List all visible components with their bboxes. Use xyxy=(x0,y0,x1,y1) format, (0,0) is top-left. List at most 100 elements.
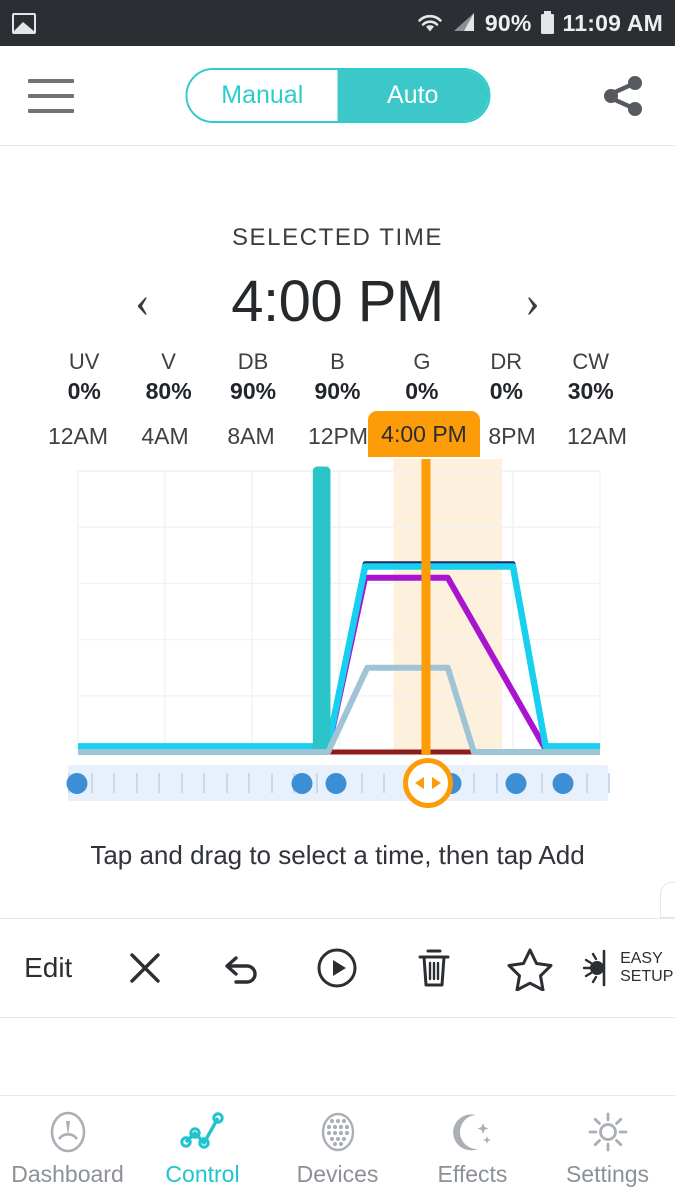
led-array-icon xyxy=(321,1112,354,1151)
battery-icon xyxy=(540,11,554,34)
slider-tick xyxy=(360,773,363,793)
close-button[interactable] xyxy=(96,946,192,990)
nav-label: Settings xyxy=(565,1160,650,1187)
close-icon xyxy=(129,953,160,983)
slider-point[interactable] xyxy=(505,773,527,794)
slider-tick xyxy=(315,773,318,793)
slider-point[interactable] xyxy=(66,773,88,794)
channel-db: DB 90% xyxy=(211,349,295,405)
axis-tick: 8AM xyxy=(227,423,275,449)
axis-tick: 12AM xyxy=(47,423,109,449)
nav-label: Dashboard xyxy=(11,1160,124,1187)
channel-name: G xyxy=(413,349,431,374)
slider-point[interactable] xyxy=(552,773,574,794)
mode-toggle[interactable]: Manual Auto xyxy=(185,68,490,123)
channel-value: 0% xyxy=(67,378,101,404)
channel-name: B xyxy=(330,349,345,374)
bottom-navigation: Dashboard Control Devices Effects Settin… xyxy=(0,1095,675,1200)
nav-item-control[interactable]: Control xyxy=(135,1096,270,1200)
clock: 11:09 AM xyxy=(562,9,663,36)
channel-value: 90% xyxy=(314,378,361,404)
next-time-button[interactable]: › xyxy=(488,279,578,324)
gear-icon xyxy=(588,1112,627,1151)
undo-button[interactable] xyxy=(193,946,289,990)
delete-button[interactable] xyxy=(386,945,482,991)
channel-values: UV 0% V 80% DB 90% B 90% G 0% DR 0% CW 3… xyxy=(0,349,675,405)
slider-tick xyxy=(225,773,228,793)
slider-tick xyxy=(473,773,475,793)
half-sun-icon xyxy=(582,949,606,987)
nav-label: Control xyxy=(165,1160,240,1187)
selected-time-label: SELECTED TIME xyxy=(231,224,444,251)
time-axis: 12AM 4AM 8AM 12PM 8PM 12AM 4:00 PM xyxy=(0,411,675,459)
channel-dr: DR 0% xyxy=(464,349,548,405)
nav-item-settings[interactable]: Settings xyxy=(540,1096,675,1200)
favorite-button[interactable] xyxy=(482,945,578,991)
channel-cw: CW 30% xyxy=(549,349,633,405)
easy-setup-label-line2: SETUP xyxy=(620,968,674,985)
time-slider-track[interactable] xyxy=(66,765,610,801)
share-icon[interactable] xyxy=(599,72,647,120)
action-bar: Edit EASY SETUP xyxy=(0,918,675,1018)
status-bar: 90% 11:09 AM xyxy=(0,0,675,46)
channel-name: DR xyxy=(490,349,523,374)
channel-uv: UV 0% xyxy=(42,349,126,405)
slider-tick xyxy=(383,773,385,793)
slider-tick xyxy=(540,773,543,793)
slider-tick xyxy=(90,773,93,793)
slider-tick xyxy=(203,773,205,793)
mode-auto-button[interactable]: Auto xyxy=(337,70,488,121)
time-slider-handle[interactable] xyxy=(403,758,453,808)
axis-tick: 12AM xyxy=(566,423,628,449)
partial-panel-edge xyxy=(660,882,675,918)
moon-stars-icon xyxy=(452,1113,491,1150)
easy-setup-button[interactable]: EASY SETUP xyxy=(579,947,675,989)
trash-icon xyxy=(418,949,450,987)
battery-percent: 90% xyxy=(484,9,532,36)
selected-time-value: 4:00 PM xyxy=(231,269,444,334)
drag-arrows-icon xyxy=(415,777,441,789)
mode-manual-button[interactable]: Manual xyxy=(187,70,338,121)
channel-name: V xyxy=(161,349,176,374)
axis-tick: 4AM xyxy=(141,423,189,449)
slider-point[interactable] xyxy=(291,773,313,794)
play-button[interactable] xyxy=(289,945,385,991)
chart-svg[interactable] xyxy=(0,459,675,759)
selected-time-marker-badge[interactable]: 4:00 PM xyxy=(368,411,480,457)
axis-tick: 8PM xyxy=(488,423,536,449)
axis-tick: 12PM xyxy=(307,423,369,449)
star-icon xyxy=(507,948,553,991)
slider-tick xyxy=(585,773,588,793)
app-toolbar: Manual Auto xyxy=(0,46,675,146)
channel-v: V 80% xyxy=(126,349,210,405)
gauge-icon xyxy=(50,1111,85,1152)
hamburger-menu-icon[interactable] xyxy=(28,78,74,113)
nav-item-devices[interactable]: Devices xyxy=(270,1096,405,1200)
channel-value: 80% xyxy=(145,378,192,404)
slider-tick xyxy=(135,773,138,793)
easy-setup-label-line1: EASY xyxy=(620,949,663,967)
channel-name: CW xyxy=(572,349,610,374)
schedule-chart[interactable] xyxy=(0,459,675,759)
nav-label: Devices xyxy=(296,1160,379,1187)
time-navigator: ‹ 4:00 PM › xyxy=(0,268,675,335)
slider-tick xyxy=(180,773,183,793)
channel-value: 90% xyxy=(230,378,277,404)
slider-point[interactable] xyxy=(325,773,347,794)
slider-tick xyxy=(608,773,610,793)
nav-label: Effects xyxy=(437,1160,508,1187)
edit-button[interactable]: Edit xyxy=(0,952,96,984)
slider-tick xyxy=(248,773,250,793)
slider-tick xyxy=(495,773,498,793)
channel-value: 0% xyxy=(405,378,439,404)
slider-tick xyxy=(113,773,115,793)
signal-icon xyxy=(453,13,474,31)
nav-item-dashboard[interactable]: Dashboard xyxy=(0,1096,135,1200)
nav-item-effects[interactable]: Effects xyxy=(405,1096,540,1200)
channel-name: DB xyxy=(237,349,269,374)
play-circle-icon xyxy=(317,948,357,988)
prev-time-button[interactable]: ‹ xyxy=(98,279,188,324)
channel-g: G 0% xyxy=(380,349,464,405)
channel-name: UV xyxy=(68,349,100,374)
wifi-icon xyxy=(418,14,442,32)
